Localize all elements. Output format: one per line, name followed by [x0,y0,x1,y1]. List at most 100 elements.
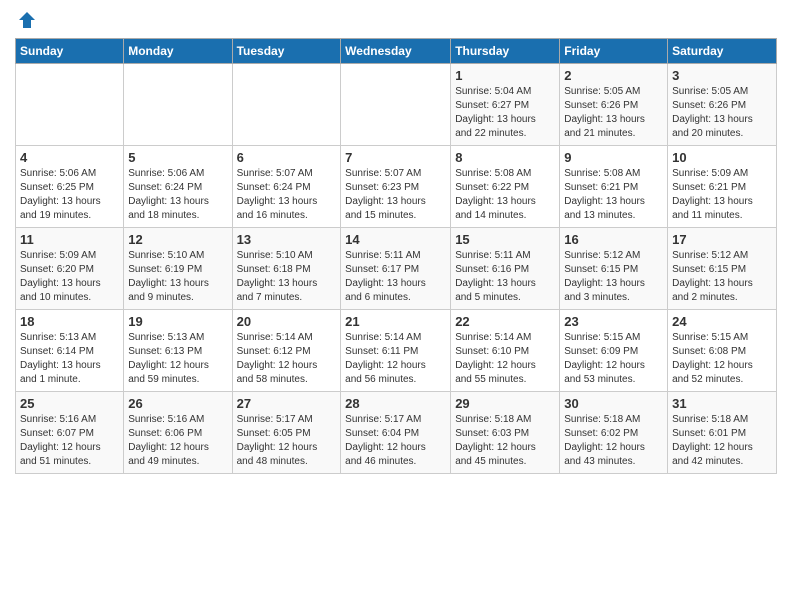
calendar-cell [232,64,341,146]
calendar-table: SundayMondayTuesdayWednesdayThursdayFrid… [15,38,777,474]
day-number: 23 [564,314,663,329]
day-number: 17 [672,232,772,247]
calendar-cell: 17 Sunrise: 5:12 AM Sunset: 6:15 PM Dayli… [668,228,777,310]
day-number: 25 [20,396,119,411]
day-number: 1 [455,68,555,83]
day-info: Sunrise: 5:05 AM Sunset: 6:26 PM Dayligh… [564,85,663,141]
week-row-5: 25 Sunrise: 5:16 AM Sunset: 6:07 PM Dayli… [16,392,777,474]
calendar-cell: 11Sunrise: 5:09 AM Sunset: 6:20 PM Dayli… [16,228,124,310]
calendar-cell: 24 Sunrise: 5:15 AM Sunset: 6:08 PM Dayli… [668,310,777,392]
day-info: Sunrise: 5:12 AM Sunset: 6:15 PM Dayligh… [672,249,772,305]
day-info: Sunrise: 5:08 AM Sunset: 6:22 PM Dayligh… [455,167,555,223]
day-info: Sunrise: 5:10 AM Sunset: 6:19 PM Dayligh… [128,249,227,305]
day-number: 19 [128,314,227,329]
header [15,10,777,30]
calendar-cell: 28 Sunrise: 5:17 AM Sunset: 6:04 PM Dayli… [341,392,451,474]
day-info: Sunrise: 5:05 AM Sunset: 6:26 PM Dayligh… [672,85,772,141]
day-info: Sunrise: 5:14 AM Sunset: 6:12 PM Dayligh… [237,331,337,387]
calendar-cell [124,64,232,146]
calendar-cell: 15 Sunrise: 5:11 AM Sunset: 6:16 PM Dayli… [451,228,560,310]
day-info: Sunrise: 5:17 AM Sunset: 6:04 PM Dayligh… [345,413,446,469]
day-number: 20 [237,314,337,329]
calendar-cell: 21 Sunrise: 5:14 AM Sunset: 6:11 PM Dayli… [341,310,451,392]
calendar-cell: 30 Sunrise: 5:18 AM Sunset: 6:02 PM Dayli… [560,392,668,474]
day-number: 12 [128,232,227,247]
day-number: 24 [672,314,772,329]
day-info: Sunrise: 5:15 AM Sunset: 6:09 PM Dayligh… [564,331,663,387]
day-info: Sunrise: 5:16 AM Sunset: 6:06 PM Dayligh… [128,413,227,469]
day-number: 31 [672,396,772,411]
calendar-cell: 12 Sunrise: 5:10 AM Sunset: 6:19 PM Dayli… [124,228,232,310]
day-info: Sunrise: 5:04 AM Sunset: 6:27 PM Dayligh… [455,85,555,141]
week-row-4: 18 Sunrise: 5:13 AM Sunset: 6:14 PM Dayli… [16,310,777,392]
calendar-cell: 2 Sunrise: 5:05 AM Sunset: 6:26 PM Daylig… [560,64,668,146]
day-info: Sunrise: 5:06 AM Sunset: 6:25 PM Dayligh… [20,167,119,223]
day-header-monday: Monday [124,39,232,64]
day-number: 27 [237,396,337,411]
calendar-cell: 1 Sunrise: 5:04 AM Sunset: 6:27 PM Daylig… [451,64,560,146]
header-row: SundayMondayTuesdayWednesdayThursdayFrid… [16,39,777,64]
day-number: 9 [564,150,663,165]
day-number: 28 [345,396,446,411]
calendar-cell: 22 Sunrise: 5:14 AM Sunset: 6:10 PM Dayli… [451,310,560,392]
day-header-tuesday: Tuesday [232,39,341,64]
day-info: Sunrise: 5:11 AM Sunset: 6:16 PM Dayligh… [455,249,555,305]
calendar-cell: 23 Sunrise: 5:15 AM Sunset: 6:09 PM Dayli… [560,310,668,392]
day-info: Sunrise: 5:08 AM Sunset: 6:21 PM Dayligh… [564,167,663,223]
calendar-cell: 4 Sunrise: 5:06 AM Sunset: 6:25 PM Daylig… [16,146,124,228]
week-row-2: 4 Sunrise: 5:06 AM Sunset: 6:25 PM Daylig… [16,146,777,228]
day-header-saturday: Saturday [668,39,777,64]
calendar-cell: 19Sunrise: 5:13 AM Sunset: 6:13 PM Dayli… [124,310,232,392]
day-number: 15 [455,232,555,247]
calendar-cell [16,64,124,146]
day-number: 14 [345,232,446,247]
day-number: 8 [455,150,555,165]
day-header-wednesday: Wednesday [341,39,451,64]
day-number: 6 [237,150,337,165]
calendar-cell: 3 Sunrise: 5:05 AM Sunset: 6:26 PM Daylig… [668,64,777,146]
logo [15,10,37,30]
calendar-cell: 16 Sunrise: 5:12 AM Sunset: 6:15 PM Dayli… [560,228,668,310]
day-number: 10 [672,150,772,165]
day-info: Sunrise: 5:16 AM Sunset: 6:07 PM Dayligh… [20,413,119,469]
day-number: 2 [564,68,663,83]
day-info: Sunrise: 5:13 AM Sunset: 6:14 PM Dayligh… [20,331,119,387]
day-number: 26 [128,396,227,411]
week-row-1: 1 Sunrise: 5:04 AM Sunset: 6:27 PM Daylig… [16,64,777,146]
day-number: 3 [672,68,772,83]
day-info: Sunrise: 5:12 AM Sunset: 6:15 PM Dayligh… [564,249,663,305]
day-info: Sunrise: 5:18 AM Sunset: 6:02 PM Dayligh… [564,413,663,469]
day-number: 30 [564,396,663,411]
day-info: Sunrise: 5:06 AM Sunset: 6:24 PM Dayligh… [128,167,227,223]
day-number: 29 [455,396,555,411]
day-info: Sunrise: 5:14 AM Sunset: 6:11 PM Dayligh… [345,331,446,387]
day-header-sunday: Sunday [16,39,124,64]
day-info: Sunrise: 5:18 AM Sunset: 6:03 PM Dayligh… [455,413,555,469]
calendar-cell: 14 Sunrise: 5:11 AM Sunset: 6:17 PM Dayli… [341,228,451,310]
day-info: Sunrise: 5:18 AM Sunset: 6:01 PM Dayligh… [672,413,772,469]
calendar-cell: 29 Sunrise: 5:18 AM Sunset: 6:03 PM Dayli… [451,392,560,474]
calendar-cell: 26 Sunrise: 5:16 AM Sunset: 6:06 PM Dayli… [124,392,232,474]
calendar-cell: 13Sunrise: 5:10 AM Sunset: 6:18 PM Dayli… [232,228,341,310]
day-info: Sunrise: 5:07 AM Sunset: 6:23 PM Dayligh… [345,167,446,223]
calendar-cell: 6Sunrise: 5:07 AM Sunset: 6:24 PM Daylig… [232,146,341,228]
day-number: 16 [564,232,663,247]
day-number: 11 [20,232,119,247]
day-info: Sunrise: 5:15 AM Sunset: 6:08 PM Dayligh… [672,331,772,387]
day-number: 21 [345,314,446,329]
week-row-3: 11Sunrise: 5:09 AM Sunset: 6:20 PM Dayli… [16,228,777,310]
day-header-thursday: Thursday [451,39,560,64]
day-number: 7 [345,150,446,165]
calendar-cell: 18 Sunrise: 5:13 AM Sunset: 6:14 PM Dayli… [16,310,124,392]
calendar-cell: 8 Sunrise: 5:08 AM Sunset: 6:22 PM Daylig… [451,146,560,228]
day-number: 18 [20,314,119,329]
day-number: 13 [237,232,337,247]
calendar-cell: 9 Sunrise: 5:08 AM Sunset: 6:21 PM Daylig… [560,146,668,228]
day-number: 4 [20,150,119,165]
day-info: Sunrise: 5:11 AM Sunset: 6:17 PM Dayligh… [345,249,446,305]
day-number: 22 [455,314,555,329]
calendar-cell: 10Sunrise: 5:09 AM Sunset: 6:21 PM Dayli… [668,146,777,228]
calendar-cell: 20 Sunrise: 5:14 AM Sunset: 6:12 PM Dayli… [232,310,341,392]
day-info: Sunrise: 5:14 AM Sunset: 6:10 PM Dayligh… [455,331,555,387]
day-info: Sunrise: 5:17 AM Sunset: 6:05 PM Dayligh… [237,413,337,469]
